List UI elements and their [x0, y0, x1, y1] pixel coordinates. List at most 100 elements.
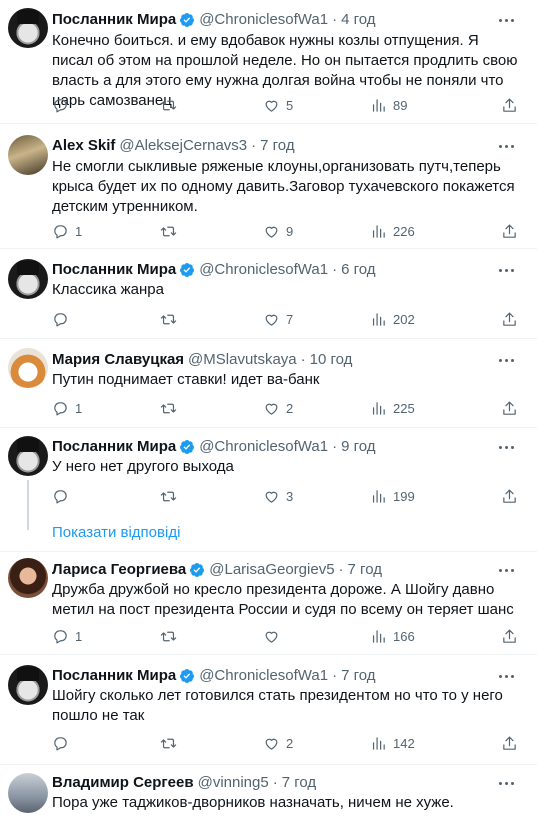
author-handle[interactable]: @MSlavutskaya	[188, 350, 297, 370]
retweet-icon	[160, 631, 177, 641]
author-name[interactable]: Посланник Мира	[52, 260, 176, 280]
author-handle[interactable]: @LarisaGeorgiev5	[209, 560, 334, 580]
author-handle[interactable]: @ChroniclesofWa1	[199, 437, 328, 457]
author-handle[interactable]: @ChroniclesofWa1	[199, 666, 328, 686]
avatar[interactable]	[8, 259, 48, 299]
more-options-icon[interactable]	[499, 145, 517, 149]
author-handle[interactable]: @AleksejCernavs3	[119, 136, 247, 156]
avatar[interactable]	[8, 773, 48, 813]
views-button[interactable]: 226	[370, 221, 415, 241]
more-options-icon[interactable]	[499, 269, 517, 273]
more-options-icon[interactable]	[499, 359, 517, 363]
timestamp[interactable]: 6 год	[341, 260, 375, 280]
timestamp[interactable]: 7 год	[341, 666, 375, 686]
views-button[interactable]: 225	[370, 398, 415, 418]
share-button[interactable]	[501, 95, 518, 115]
tweet[interactable]: Владимир Сергеев @vinning5 · 7 год Пора …	[0, 765, 537, 823]
tweet-actions: 1 9 226	[52, 221, 522, 241]
heart-icon	[265, 491, 278, 503]
timestamp[interactable]: 9 год	[341, 437, 375, 457]
views-button[interactable]: 142	[370, 733, 415, 753]
views-button[interactable]: 199	[370, 486, 415, 506]
like-button[interactable]	[263, 626, 286, 646]
like-button[interactable]: 2	[263, 733, 293, 753]
retweet-button[interactable]	[160, 398, 183, 418]
retweet-button[interactable]	[160, 95, 183, 115]
retweet-button[interactable]	[160, 733, 183, 753]
avatar[interactable]	[8, 436, 48, 476]
avatar[interactable]	[8, 348, 48, 388]
more-options-icon[interactable]	[499, 446, 517, 450]
like-button[interactable]: 7	[263, 309, 293, 329]
like-button[interactable]: 9	[263, 221, 293, 241]
author-handle[interactable]: @ChroniclesofWa1	[199, 260, 328, 280]
retweet-button[interactable]	[160, 309, 183, 329]
tweet-header: Мария Славуцкая @MSlavutskaya · 10 год	[52, 350, 352, 370]
views-button[interactable]: 89	[370, 95, 407, 115]
author-handle[interactable]: @ChroniclesofWa1	[199, 10, 328, 30]
reply-button[interactable]: 1	[52, 398, 82, 418]
retweet-icon	[160, 491, 177, 501]
retweet-button[interactable]	[160, 486, 183, 506]
tweet[interactable]: Alex Skif @AleksejCernavs3 · 7 год Не см…	[0, 124, 537, 249]
author-name[interactable]: Alex Skif	[52, 136, 115, 156]
share-button[interactable]	[501, 221, 518, 241]
timestamp[interactable]: 7 год	[260, 136, 294, 156]
retweet-button[interactable]	[160, 221, 183, 241]
like-button[interactable]: 3	[263, 486, 293, 506]
reply-button[interactable]	[52, 733, 75, 753]
share-button[interactable]	[501, 309, 518, 329]
author-name[interactable]: Посланник Мира	[52, 437, 176, 457]
timestamp[interactable]: 4 год	[341, 10, 375, 30]
more-options-icon[interactable]	[499, 19, 517, 23]
author-name[interactable]: Лариса Георгиева	[52, 560, 186, 580]
views-button[interactable]: 202	[370, 309, 415, 329]
avatar[interactable]	[8, 558, 48, 598]
reply-button[interactable]: 1	[52, 221, 82, 241]
separator: ·	[300, 351, 306, 368]
heart-icon	[265, 631, 278, 643]
tweet-text: Классика жанра	[52, 281, 164, 298]
reply-button[interactable]	[52, 486, 75, 506]
author-handle[interactable]: @vinning5	[198, 773, 269, 793]
more-options-icon[interactable]	[499, 569, 517, 573]
author-name[interactable]: Владимир Сергеев	[52, 773, 194, 793]
reply-button[interactable]	[52, 95, 75, 115]
tweet-header: Alex Skif @AleksejCernavs3 · 7 год	[52, 136, 295, 156]
heart-icon	[265, 738, 278, 750]
timestamp[interactable]: 10 год	[310, 350, 353, 370]
tweet[interactable]: Посланник Мира @ChroniclesofWa1 · 6 год …	[0, 249, 537, 339]
show-replies-link[interactable]: Показати відповіді	[52, 524, 180, 541]
analytics-icon	[372, 736, 385, 750]
reply-button[interactable]: 1	[52, 626, 82, 646]
avatar[interactable]	[8, 665, 48, 705]
share-button[interactable]	[501, 733, 518, 753]
tweet[interactable]: Посланник Мира @ChroniclesofWa1 · 9 год …	[0, 428, 537, 552]
share-button[interactable]	[501, 626, 518, 646]
avatar[interactable]	[8, 8, 48, 48]
tweet[interactable]: Посланник Мира @ChroniclesofWa1 · 4 год …	[0, 0, 537, 124]
like-button[interactable]: 5	[263, 95, 293, 115]
tweet-actions: 7 202	[52, 309, 522, 329]
reply-icon	[54, 224, 67, 238]
share-icon	[503, 629, 516, 643]
tweet[interactable]: Лариса Георгиева @LarisaGeorgiev5 · 7 го…	[0, 552, 537, 655]
reply-button[interactable]	[52, 309, 75, 329]
more-options-icon[interactable]	[499, 782, 517, 786]
retweet-button[interactable]	[160, 626, 183, 646]
tweet[interactable]: Посланник Мира @ChroniclesofWa1 · 7 год …	[0, 655, 537, 765]
reply-count: 1	[75, 223, 83, 239]
more-options-icon[interactable]	[499, 675, 517, 679]
author-name[interactable]: Мария Славуцкая	[52, 350, 184, 370]
author-name[interactable]: Посланник Мира	[52, 666, 176, 686]
timestamp[interactable]: 7 год	[282, 773, 316, 793]
tweet[interactable]: Мария Славуцкая @MSlavutskaya · 10 год П…	[0, 339, 537, 428]
views-button[interactable]: 166	[370, 626, 415, 646]
author-name[interactable]: Посланник Мира	[52, 10, 176, 30]
share-button[interactable]	[501, 398, 518, 418]
share-button[interactable]	[501, 486, 518, 506]
timestamp[interactable]: 7 год	[348, 560, 382, 580]
avatar[interactable]	[8, 135, 48, 175]
verified-badge-icon	[180, 263, 195, 277]
like-button[interactable]: 2	[263, 398, 293, 418]
